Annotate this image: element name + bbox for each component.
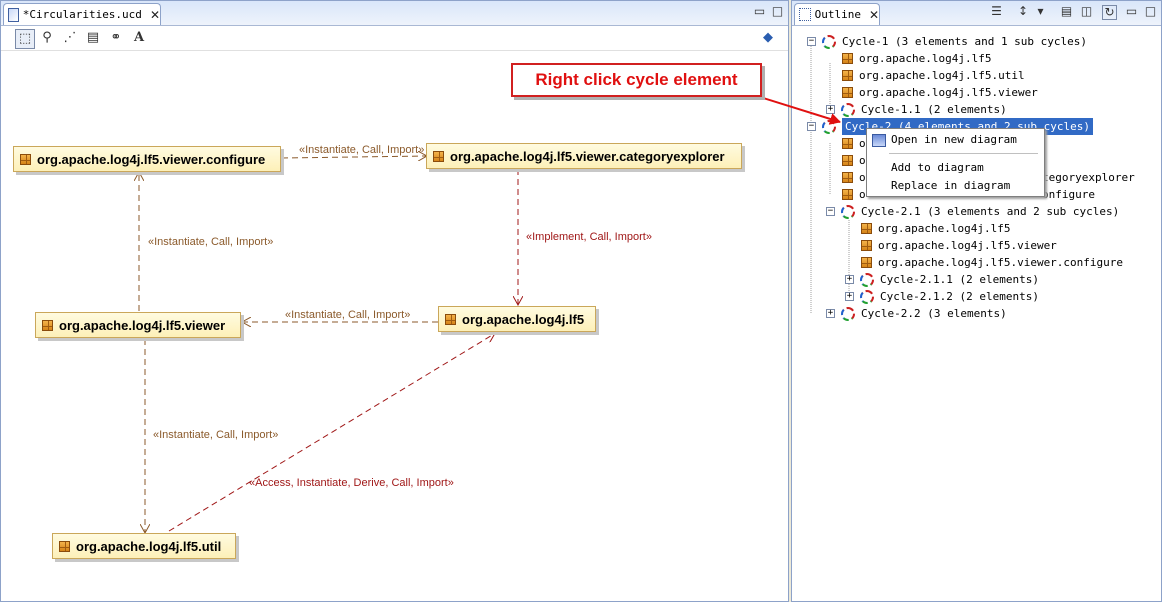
cycle-icon xyxy=(860,289,874,304)
tree-item-cycle-2-1-1[interactable]: + Cycle-2.1.1 (2 elements) xyxy=(845,271,1039,288)
tree-item-cycle-1[interactable]: − Cycle-1 (3 elements and 1 sub cycles) xyxy=(807,33,1087,50)
tree-item-package[interactable]: org.apache.log4j.lf5.viewer.configure xyxy=(861,254,1123,271)
tree-item-label: org.apache.log4j.lf5 xyxy=(859,52,992,65)
tree-item-label: Cycle-2.1.1 (2 elements) xyxy=(880,273,1039,286)
package-icon xyxy=(842,138,853,149)
tree-item-label: o xyxy=(859,154,866,167)
tree-item-package[interactable]: org.apache.log4j.lf5 xyxy=(861,220,1010,237)
tree-item-package[interactable]: o xyxy=(842,152,866,169)
tree-item-label: o xyxy=(859,171,866,184)
tree-item-label: Cycle-1.1 (2 elements) xyxy=(861,103,1007,116)
tree-item-package[interactable]: org.apache.log4j.lf5.viewer xyxy=(842,84,1038,101)
tree-item-label: org.apache.log4j.lf5.viewer xyxy=(878,239,1057,252)
node-label: org.apache.log4j.lf5.viewer.configure xyxy=(37,151,266,167)
package-icon xyxy=(59,540,70,552)
node-configure[interactable]: org.apache.log4j.lf5.viewer.configure xyxy=(13,146,281,172)
tree-item-cycle-2-1-2[interactable]: + Cycle-2.1.2 (2 elements) xyxy=(845,288,1039,305)
tree-item-label: org.apache.log4j.lf5.viewer xyxy=(859,86,1038,99)
tree-item-package[interactable]: o xyxy=(842,169,866,186)
callout-text: Right click cycle element xyxy=(535,70,738,89)
cycle-icon xyxy=(822,119,836,134)
cycle-icon xyxy=(841,306,855,321)
edge-label: «Access, Instantiate, Derive, Call, Impo… xyxy=(249,477,454,489)
expand-icon[interactable]: + xyxy=(826,105,835,114)
edge-label: «Instantiate, Call, Import» xyxy=(148,236,274,248)
package-icon xyxy=(861,257,872,268)
context-menu: Open in new diagram Add to diagram Repla… xyxy=(866,128,1045,197)
collapse-icon[interactable]: − xyxy=(826,207,835,216)
package-icon xyxy=(20,153,31,165)
package-icon xyxy=(42,319,53,331)
cycle-icon xyxy=(841,204,855,219)
node-categoryexplorer[interactable]: org.apache.log4j.lf5.viewer.categoryexpl… xyxy=(426,143,742,169)
tree-item-cycle-2-2[interactable]: + Cycle-2.2 (3 elements) xyxy=(826,305,1007,322)
node-lf5[interactable]: org.apache.log4j.lf5 xyxy=(438,306,596,332)
menu-item-open-in-new-diagram[interactable]: Open in new diagram xyxy=(891,133,1017,146)
edge-label: «Implement, Call, Import» xyxy=(526,231,652,243)
tree-item-cycle-1-1[interactable]: + Cycle-1.1 (2 elements) xyxy=(826,101,1007,118)
outline-view: Outline ✕ ☰ ↕ ▾ ▤ ◫ ↻ ▭ □ − Cycle-1 (3 e… xyxy=(791,0,1162,602)
node-util[interactable]: org.apache.log4j.lf5.util xyxy=(52,533,236,559)
tree-item-label: Cycle-2.2 (3 elements) xyxy=(861,307,1007,320)
menu-item-add-to-diagram[interactable]: Add to diagram xyxy=(891,161,984,174)
tree-item-label: org.apache.log4j.lf5.util xyxy=(859,69,1025,82)
cycle-icon xyxy=(860,272,874,287)
menu-item-replace-in-diagram[interactable]: Replace in diagram xyxy=(891,179,1010,192)
tree-item-label: org.apache.log4j.lf5 xyxy=(878,222,1011,235)
menu-separator xyxy=(889,153,1038,154)
tree-item-label: o xyxy=(859,137,866,150)
package-icon xyxy=(445,313,456,325)
edge-label: «Instantiate, Call, Import» xyxy=(299,144,425,156)
tree-item-package[interactable]: o xyxy=(842,135,866,152)
package-icon xyxy=(433,150,444,162)
package-icon xyxy=(842,155,853,166)
tree-item-label-tail: tegoryexplorer xyxy=(1042,169,1135,186)
tree-item-cycle-2-1[interactable]: − Cycle-2.1 (3 elements and 2 sub cycles… xyxy=(826,203,1119,220)
package-icon xyxy=(842,70,853,81)
tree-item-label: Cycle-1 (3 elements and 1 sub cycles) xyxy=(842,35,1088,48)
node-label: org.apache.log4j.lf5.util xyxy=(76,538,222,554)
cycle-icon xyxy=(822,34,836,49)
tree-item-package[interactable]: org.apache.log4j.lf5.util xyxy=(842,67,1025,84)
cycle-icon xyxy=(841,102,855,117)
package-icon xyxy=(842,189,853,200)
package-icon xyxy=(842,172,853,183)
tree-item-label: o xyxy=(859,188,866,201)
collapse-icon[interactable]: − xyxy=(807,37,816,46)
tree-item-label: Cycle-2.1.2 (2 elements) xyxy=(880,290,1039,303)
node-label: org.apache.log4j.lf5.viewer xyxy=(59,317,226,333)
tree-item-label-tail: onfigure xyxy=(1042,186,1095,203)
tree-item-label: Cycle-2.1 (3 elements and 2 sub cycles) xyxy=(861,205,1120,218)
tree-item-label: tegoryexplorer xyxy=(1042,171,1135,184)
package-icon xyxy=(861,240,872,251)
tree-item-label: onfigure xyxy=(1042,188,1095,201)
expand-icon[interactable]: + xyxy=(845,275,854,284)
tree-item-package[interactable]: org.apache.log4j.lf5.viewer xyxy=(861,237,1057,254)
node-label: org.apache.log4j.lf5.viewer.categoryexpl… xyxy=(450,148,725,164)
node-viewer[interactable]: org.apache.log4j.lf5.viewer xyxy=(35,312,241,338)
expand-icon[interactable]: + xyxy=(826,309,835,318)
expand-icon[interactable]: + xyxy=(845,292,854,301)
tree-item-package[interactable]: o xyxy=(842,186,866,203)
edge-configure-categoryexplorer[interactable] xyxy=(281,156,426,158)
package-icon xyxy=(842,53,853,64)
callout-note: Right click cycle element xyxy=(511,63,762,97)
edge-label: «Instantiate, Call, Import» xyxy=(153,429,279,441)
node-label: org.apache.log4j.lf5 xyxy=(462,311,585,327)
collapse-icon[interactable]: − xyxy=(807,122,816,131)
edge-label: «Instantiate, Call, Import» xyxy=(285,309,411,321)
tree-item-package[interactable]: org.apache.log4j.lf5 xyxy=(842,50,991,67)
tree-item-label: org.apache.log4j.lf5.viewer.configure xyxy=(878,256,1124,269)
package-icon xyxy=(861,223,872,234)
open-diagram-icon xyxy=(872,134,886,147)
package-icon xyxy=(842,87,853,98)
